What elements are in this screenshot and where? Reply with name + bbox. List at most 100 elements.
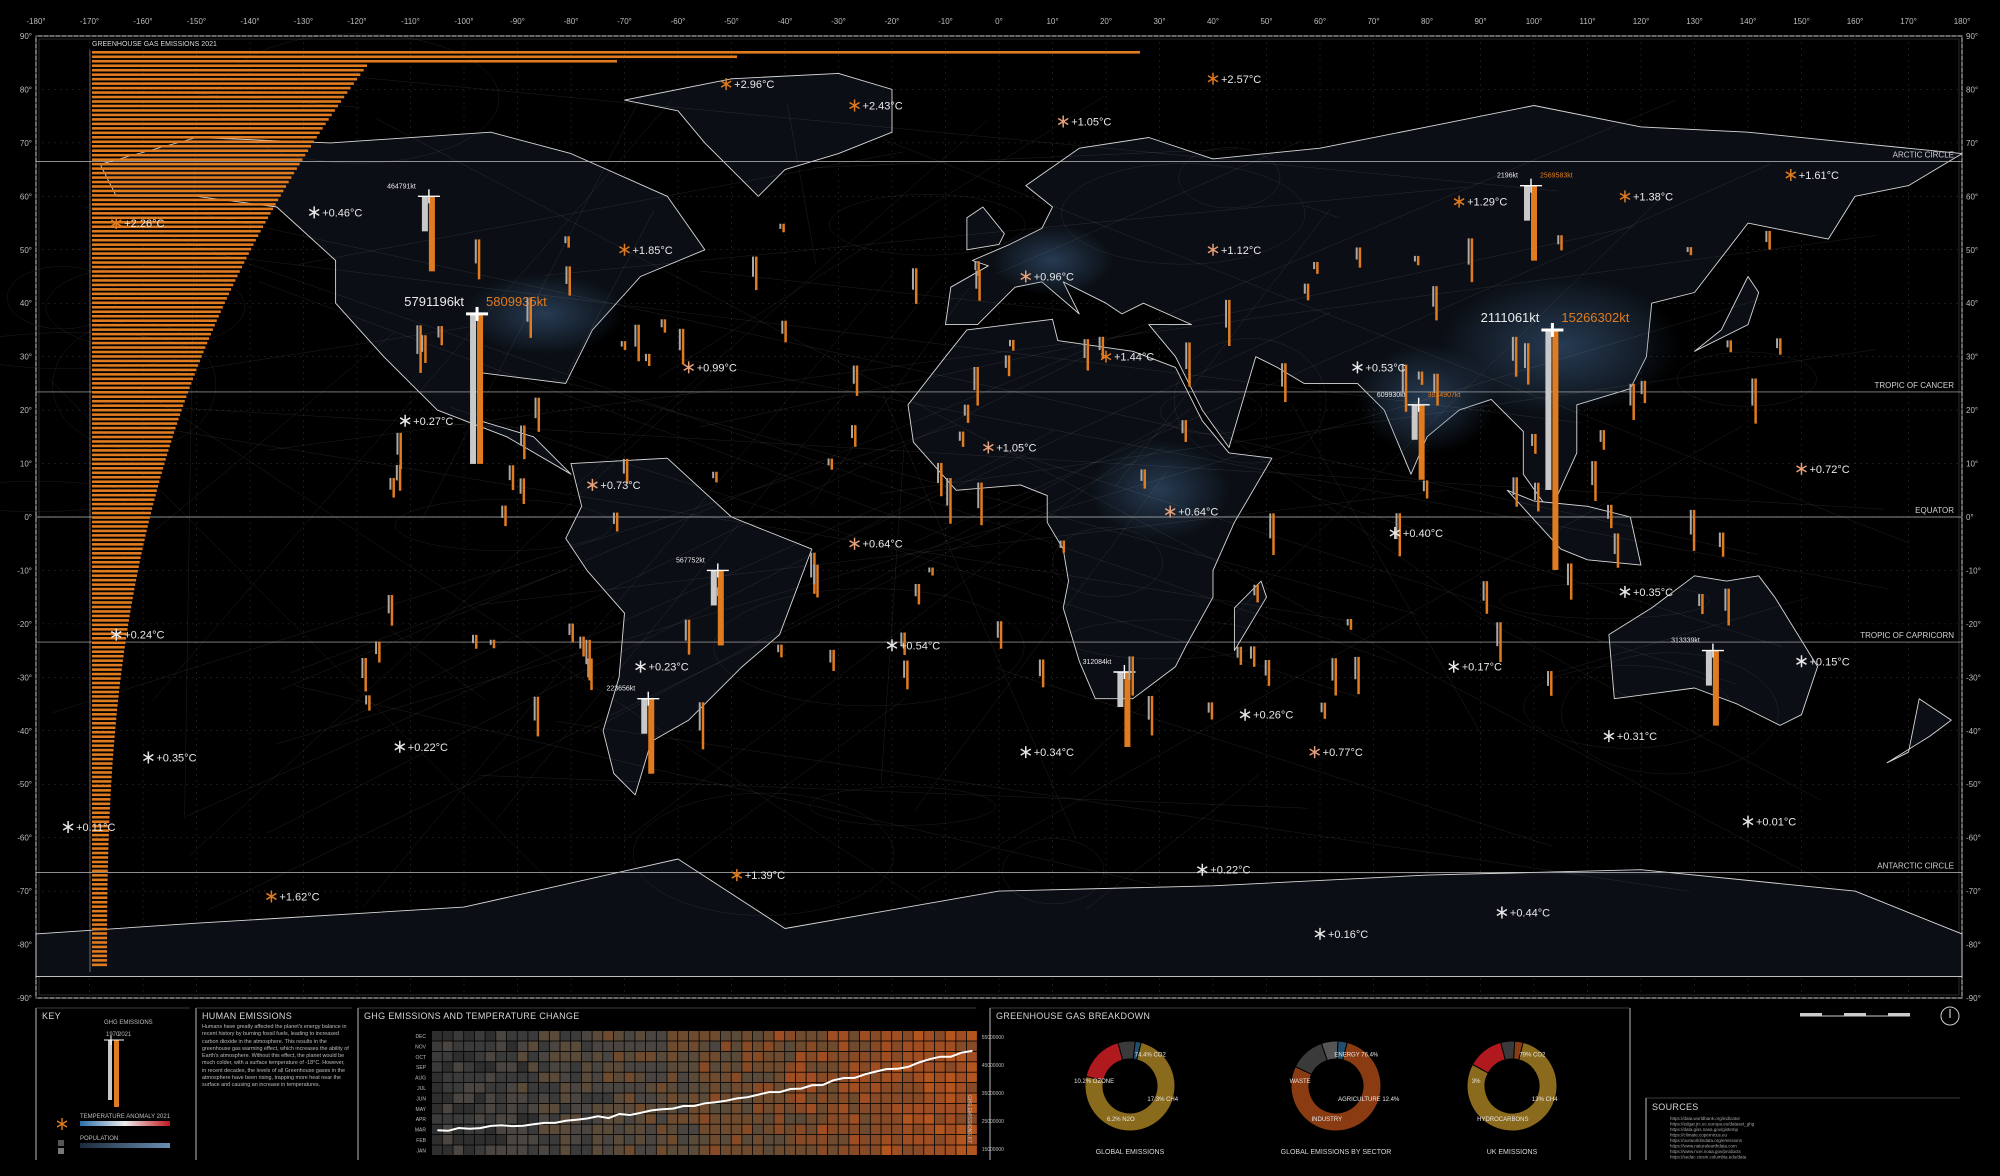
heatmap-cell <box>838 1041 849 1051</box>
ranking-bar <box>92 529 147 533</box>
donut-label: HYDROCARBONS <box>1477 1117 1528 1123</box>
heatmap-cell <box>710 1031 721 1041</box>
heatmap-cell <box>506 1031 517 1041</box>
heatmap-cell <box>870 1051 881 1062</box>
heatmap-cell <box>870 1103 881 1114</box>
temperature-value: +0.73°C <box>600 480 640 492</box>
ranking-bar <box>92 543 144 546</box>
heatmap-cell <box>496 1083 507 1093</box>
ranking-bar <box>92 815 110 819</box>
heatmap-cell <box>624 1072 635 1083</box>
heatmap-cell <box>474 1062 485 1072</box>
heatmap-cell <box>432 1072 442 1083</box>
map-title: GREENHOUSE GAS EMISSIONS 2021 <box>92 41 217 48</box>
ranking-bar <box>92 963 108 967</box>
country-bar-1970 <box>1281 363 1284 387</box>
heatmap-cell <box>967 1051 977 1062</box>
heatmap-cell <box>892 1114 902 1124</box>
heatmap-cell <box>453 1031 464 1041</box>
ranking-bar <box>92 766 113 770</box>
heatmap-cell <box>924 1072 935 1083</box>
heatmap-cell <box>464 1114 474 1124</box>
ranking-bar <box>92 238 256 242</box>
heatmap-cell <box>571 1083 581 1093</box>
heatmap-cell <box>517 1145 528 1155</box>
heatmap-cell <box>892 1031 902 1041</box>
heatmap-cell <box>774 1145 785 1155</box>
heatmap-cell <box>795 1031 806 1041</box>
donut-title: GLOBAL EMISSIONS BY SECTOR <box>1281 1149 1392 1156</box>
ranking-bar <box>92 135 317 139</box>
ranking-bar <box>92 762 113 765</box>
ranking-bar <box>92 918 108 922</box>
ranking-bar <box>92 73 361 76</box>
heatmap-cell <box>613 1135 624 1145</box>
heatmap-cell <box>860 1135 870 1145</box>
heatmap-cell <box>924 1135 935 1145</box>
heatmap-cell <box>881 1031 892 1041</box>
heatmap-cell <box>453 1145 464 1155</box>
country-bar <box>1689 247 1693 256</box>
country-bar-1970 <box>579 636 582 649</box>
heatmap-cell <box>656 1093 667 1103</box>
heatmap-cell <box>913 1031 924 1041</box>
heatmap-cell <box>442 1103 453 1114</box>
heatmap-cell <box>592 1145 603 1155</box>
ranking-bar <box>92 498 155 501</box>
temperature-value: +0.44°C <box>1510 907 1550 919</box>
ranking-bar <box>92 453 168 457</box>
temperature-value: +2.57°C <box>1221 74 1261 86</box>
country-bar-1970 <box>416 325 419 354</box>
country-bar <box>966 404 970 423</box>
temperature-value: +1.29°C <box>1467 197 1507 209</box>
country-bar-1970 <box>1751 378 1754 406</box>
heatmap-cell <box>613 1072 624 1083</box>
heatmap-cell <box>881 1103 892 1114</box>
heatmap-cell <box>838 1145 849 1155</box>
heatmap-cell <box>485 1062 496 1072</box>
country-bar-1970 <box>1313 262 1316 270</box>
lon-tick: 110° <box>1580 17 1596 26</box>
ranking-bar <box>92 279 236 282</box>
country-bar-1970 <box>1098 336 1101 350</box>
ranking-bar <box>92 771 112 774</box>
country-bar-1970 <box>519 478 522 494</box>
heatmap-cell <box>667 1114 678 1124</box>
heatmap-cell <box>795 1041 806 1051</box>
heatmap-cell <box>506 1051 517 1062</box>
lat-tick-right: -70° <box>1966 887 1981 896</box>
ranking-bar <box>92 305 223 309</box>
country-bar <box>999 621 1003 649</box>
country-bar <box>1499 622 1502 663</box>
heatmap-cell <box>517 1031 528 1041</box>
heatmap-cell <box>913 1072 924 1083</box>
heatmap-cell <box>539 1093 549 1103</box>
country-bar <box>715 471 718 483</box>
lat-tick-right: 20° <box>1966 406 1978 415</box>
heatmap-cell <box>442 1145 453 1155</box>
country-bar-1970 <box>946 478 949 506</box>
ranking-bar <box>92 950 108 953</box>
country-bar-1970 <box>489 639 492 645</box>
heatmap-cell <box>613 1083 624 1093</box>
heatmap-cell <box>945 1114 956 1124</box>
temperature-value: +0.46°C <box>322 207 362 219</box>
country-bar <box>931 567 934 576</box>
heatmap-cell <box>742 1051 753 1062</box>
heatmap-cell <box>496 1051 507 1062</box>
heatmap-cell <box>870 1031 881 1041</box>
heatmap-cell <box>506 1072 517 1083</box>
country-bar-1970 <box>1253 584 1256 596</box>
heatmap-cell <box>539 1103 549 1114</box>
heatmap-cell <box>892 1145 902 1155</box>
country-bar-1970 <box>1269 513 1272 539</box>
country-bar <box>1643 380 1647 404</box>
heatmap-cell <box>753 1103 763 1114</box>
country-bar <box>830 458 834 470</box>
heatmap-cell <box>635 1051 646 1062</box>
ranking-bar <box>92 131 320 135</box>
heatmap-cell <box>603 1041 614 1051</box>
country-bar <box>492 639 496 649</box>
heatmap-cell <box>881 1093 892 1103</box>
ranking-bar <box>92 525 148 528</box>
